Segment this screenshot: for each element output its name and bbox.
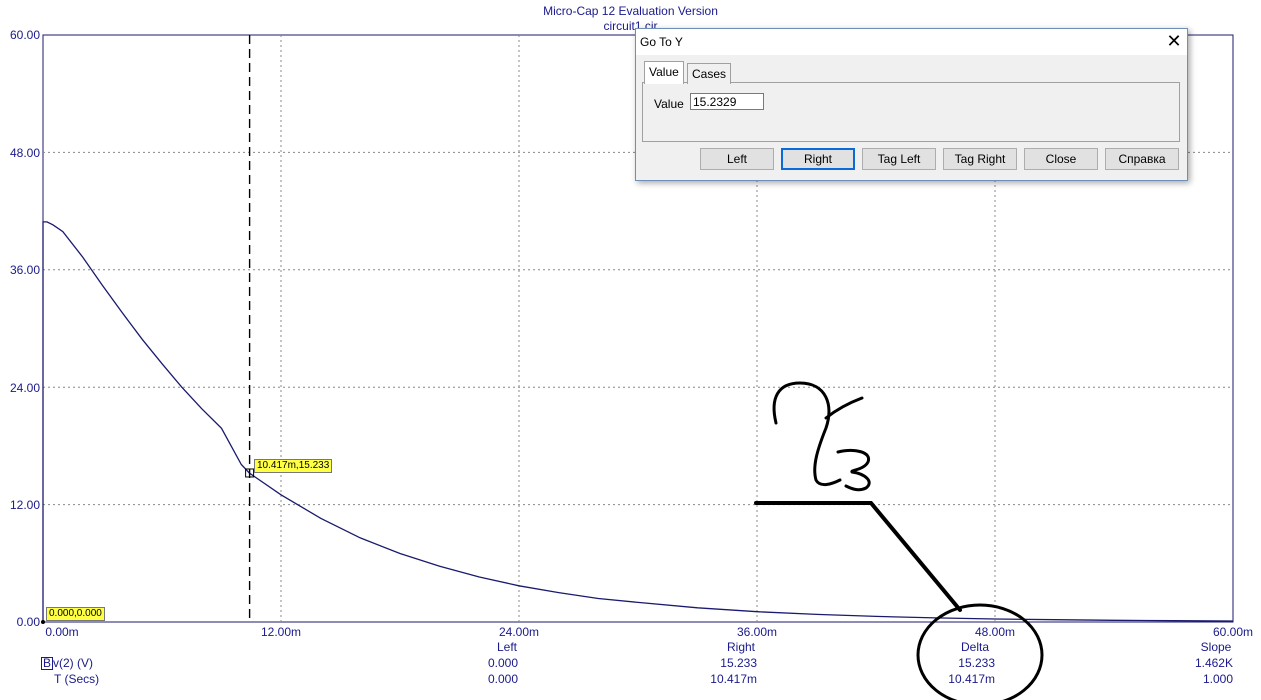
handwritten-annotation <box>754 381 1044 700</box>
close-button[interactable]: Close <box>1024 148 1098 170</box>
cursor-header-left: Left <box>496 640 518 654</box>
expression-row-1[interactable]: Bv(2) (V) <box>41 656 93 670</box>
right-button[interactable]: Right <box>781 148 855 170</box>
expression-label: v(2) (V) <box>53 656 94 670</box>
cursor-value: 10.417m <box>948 672 995 686</box>
cursor-value: 10.417m <box>710 672 757 686</box>
plot-cursors <box>41 35 255 624</box>
x-tick-label: 60.00m <box>1212 625 1254 639</box>
dialog-title: Go To Y <box>640 35 683 49</box>
cursor-value: 1.000 <box>1202 672 1233 686</box>
y-tick-label: 36.00 <box>9 263 40 277</box>
tag-right-button[interactable]: Tag Right <box>943 148 1017 170</box>
cursor-value: 15.233 <box>720 656 757 670</box>
x-tick-label: 36.00m <box>736 625 778 639</box>
value-panel <box>642 82 1180 142</box>
cursor-header-right: Right <box>726 640 756 654</box>
series-line <box>42 221 1234 622</box>
cursor-value: 0.000 <box>487 656 518 670</box>
y-tick-label: 48.00 <box>9 146 40 160</box>
y-tick-label: 24.00 <box>9 381 40 395</box>
cursor-value: 0.000 <box>487 672 518 686</box>
x-tick-label: 0.00m <box>45 625 79 639</box>
expression-marker[interactable]: B <box>41 657 54 670</box>
x-tick-label: 24.00m <box>498 625 540 639</box>
tab-value[interactable]: Value <box>644 61 684 84</box>
cursor-value: 1.462K <box>1194 656 1233 670</box>
y-tick-label: 0.00 <box>16 615 40 629</box>
left-cursor-tag[interactable]: 0.000,0.000 <box>46 607 105 621</box>
x-tick-label: 48.00m <box>974 625 1016 639</box>
expression-row-2: T (Secs) <box>54 672 100 686</box>
value-label: Value <box>654 97 684 111</box>
value-input[interactable] <box>690 93 764 110</box>
left-button[interactable]: Left <box>700 148 774 170</box>
close-icon[interactable]: ✕ <box>1164 31 1184 51</box>
y-tick-label: 60.00 <box>9 28 40 42</box>
y-tick-label: 12.00 <box>9 498 40 512</box>
cursor-header-slope: Slope <box>1200 640 1232 654</box>
dialog-titlebar[interactable] <box>636 29 1187 55</box>
x-tick-label: 12.00m <box>260 625 302 639</box>
tab-cases[interactable]: Cases <box>687 63 732 84</box>
right-cursor-tag[interactable]: 10.417m,15.233 <box>254 459 333 473</box>
go-to-y-dialog: Go To Y ✕ Value Cases Value Left Right T… <box>635 28 1188 181</box>
left-cursor-marker <box>41 620 45 624</box>
plot-curve <box>42 221 1234 622</box>
cursor-header-delta: Delta <box>960 640 990 654</box>
help-button[interactable]: Справка <box>1105 148 1179 170</box>
cursor-value: 15.233 <box>958 656 995 670</box>
tag-left-button[interactable]: Tag Left <box>862 148 936 170</box>
